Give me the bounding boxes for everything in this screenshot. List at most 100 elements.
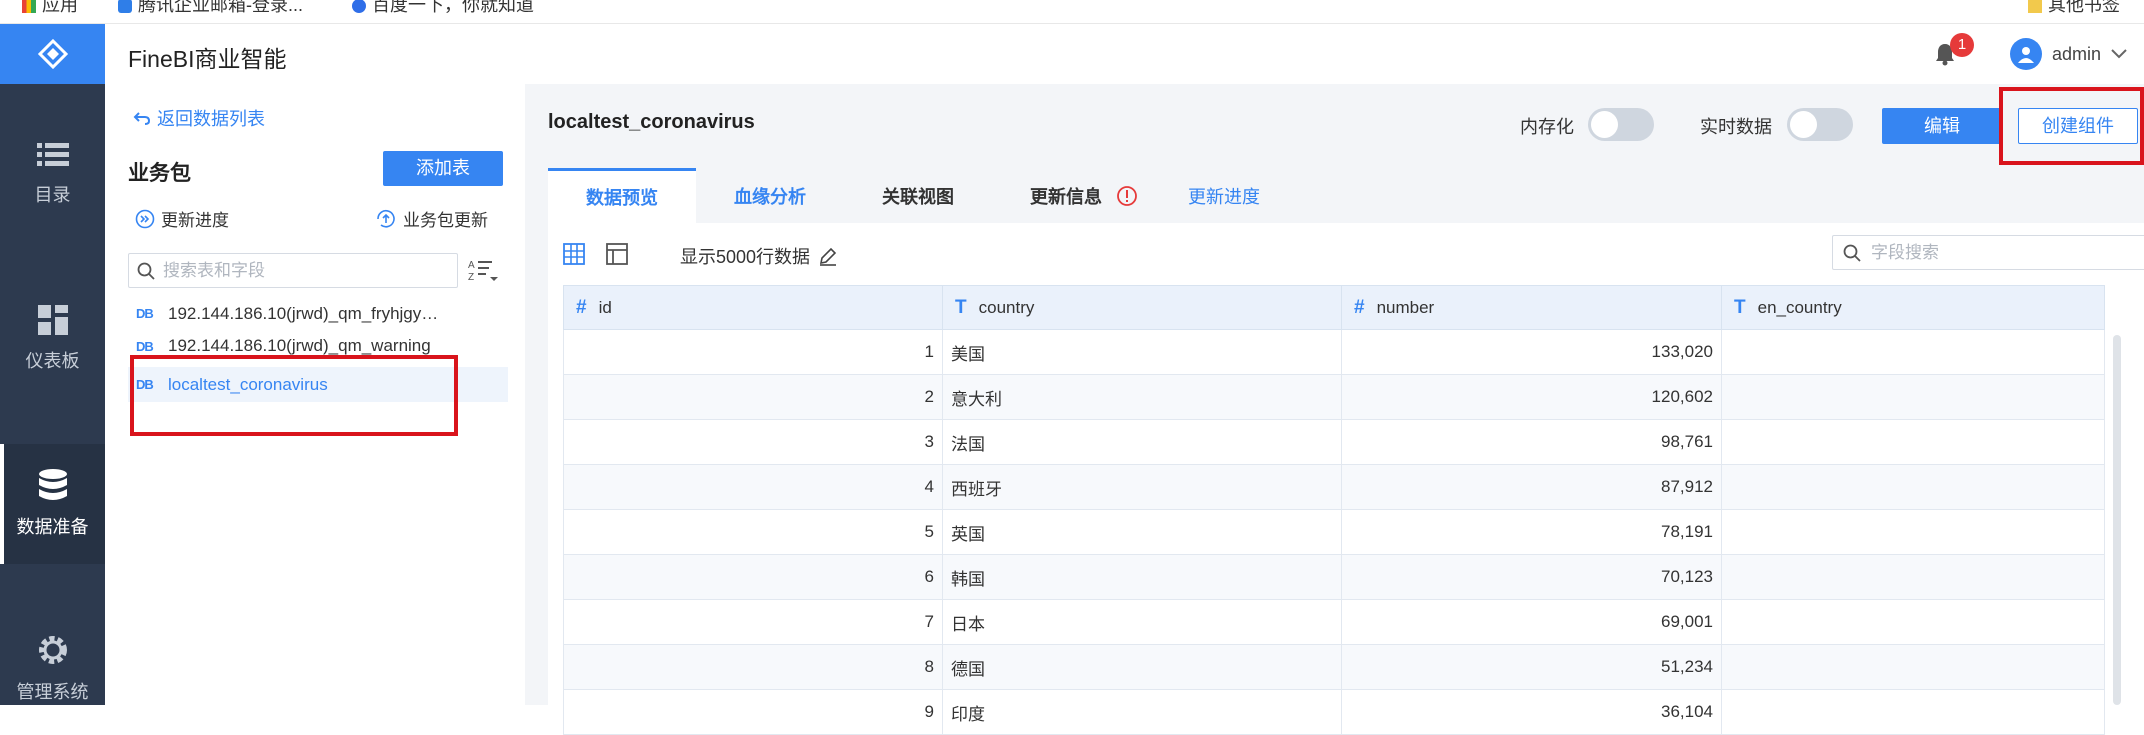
data-table: # id Tcountry # number Ten_country 1 美国 133,…: [563, 285, 2105, 735]
number-type-icon: #: [1354, 296, 1365, 318]
cell-id: 7: [563, 599, 943, 645]
realtime-label: 实时数据: [1700, 117, 1772, 137]
edit-button[interactable]: 编辑: [1882, 108, 2002, 144]
business-package-panel: 返回数据列表 业务包 添加表 更新进度 业务包更新 A Z DB 192.144…: [105, 84, 525, 705]
column-header-country[interactable]: Tcountry: [942, 285, 1342, 330]
cell-country: 日本: [942, 599, 1342, 645]
tab-data-preview[interactable]: 数据预览: [548, 168, 696, 223]
edit-pencil-icon: [820, 247, 837, 266]
notification-badge: 1: [1950, 33, 1974, 57]
app-title: FineBI商业智能: [128, 46, 287, 72]
tab-relation-view[interactable]: 关联视图: [844, 168, 992, 223]
table-row[interactable]: 8 德国 51,234: [563, 644, 2105, 690]
user-name: admin: [2052, 43, 2102, 64]
progress-icon: [135, 209, 155, 228]
tab-update-info[interactable]: 更新信息: [992, 168, 1150, 223]
cell-en-country: [1721, 464, 2105, 510]
cell-number: 36,104: [1341, 689, 1722, 735]
tab-bar: 数据预览 血缘分析 关联视图 更新信息 更新进度: [548, 168, 2144, 223]
tab-update-progress[interactable]: 更新进度: [1150, 168, 1298, 223]
table-search-field[interactable]: [128, 253, 458, 288]
bookmark-baidu[interactable]: 百度一下，你就知道: [352, 0, 534, 17]
grid-view-icon[interactable]: [563, 243, 585, 265]
table-row[interactable]: 1 美国 133,020: [563, 329, 2105, 375]
table-row[interactable]: 9 印度 36,104: [563, 689, 2105, 735]
cell-en-country: [1721, 644, 2105, 690]
db-icon: DB: [136, 338, 154, 354]
number-type-icon: #: [576, 296, 587, 318]
realtime-toggle[interactable]: [1787, 108, 1853, 141]
cell-id: 2: [563, 374, 943, 420]
table-row[interactable]: 5 英国 78,191: [563, 509, 2105, 555]
nav-item-admin[interactable]: 管理系统: [0, 609, 105, 729]
table-row[interactable]: 3 法国 98,761: [563, 419, 2105, 465]
update-progress-link[interactable]: 更新进度: [135, 206, 229, 231]
avatar: [2010, 38, 2042, 70]
create-component-button[interactable]: 创建组件: [2018, 108, 2138, 144]
cell-en-country: [1721, 509, 2105, 555]
chevron-down-icon: [2111, 49, 2127, 59]
layout-view-icon[interactable]: [606, 243, 628, 265]
table-header-row: # id Tcountry # number Ten_country: [563, 285, 2105, 330]
back-to-data-list-link[interactable]: 返回数据列表: [133, 105, 265, 131]
user-menu[interactable]: admin: [2010, 38, 2127, 70]
table-row[interactable]: 2 意大利 120,602: [563, 374, 2105, 420]
search-icon: [137, 262, 155, 280]
table-item-coronavirus[interactable]: DB localtest_coronavirus: [128, 367, 508, 402]
add-table-button[interactable]: 添加表: [383, 151, 503, 186]
memory-label: 内存化: [1520, 117, 1574, 137]
mail-icon: [118, 0, 132, 14]
cell-id: 1: [563, 329, 943, 375]
apps-icon: [22, 0, 36, 14]
folder-icon: [2028, 0, 2042, 14]
main-content: localtest_coronavirus 内存化 实时数据 编辑 创建组件 数…: [525, 84, 2144, 735]
svg-text:A: A: [468, 260, 475, 271]
text-type-icon: T: [1734, 296, 1746, 318]
nav-item-catalog[interactable]: 目录: [0, 114, 105, 234]
gear-icon: [38, 636, 67, 664]
database-icon: [38, 469, 67, 500]
cell-number: 87,912: [1341, 464, 1722, 510]
row-limit-setting[interactable]: 显示5000行数据: [680, 243, 838, 269]
nav-item-data-prep[interactable]: 数据准备: [0, 444, 105, 564]
list-icon: [36, 143, 69, 166]
back-arrow-icon: [133, 112, 151, 125]
column-header-number[interactable]: # number: [1341, 285, 1722, 330]
tab-lineage[interactable]: 血缘分析: [696, 168, 844, 223]
bookmark-apps[interactable]: 应用: [22, 0, 78, 17]
table-item-fryhjgy[interactable]: DB 192.144.186.10(jrwd)_qm_fryhjgy…: [128, 296, 508, 331]
cell-number: 78,191: [1341, 509, 1722, 555]
package-update-link[interactable]: 业务包更新: [375, 206, 488, 231]
cell-id: 8: [563, 644, 943, 690]
table-item-warning[interactable]: DB 192.144.186.10(jrwd)_qm_warning: [128, 332, 508, 360]
table-body: 1 美国 133,020 2 意大利 120,602 3 法国 98,761 4 西班牙 87,912…: [563, 329, 2105, 735]
column-header-en-country[interactable]: Ten_country: [1721, 285, 2105, 330]
table-row[interactable]: 7 日本 69,001: [563, 599, 2105, 645]
field-search-input[interactable]: [1871, 242, 2144, 263]
top-header: FineBI商业智能 1 admin: [105, 24, 2144, 84]
app-logo[interactable]: [0, 24, 105, 84]
cell-country: 印度: [942, 689, 1342, 735]
table-search-input[interactable]: [163, 260, 443, 281]
table-row[interactable]: 6 韩国 70,123: [563, 554, 2105, 600]
user-icon: [2018, 47, 2034, 63]
column-header-id[interactable]: # id: [563, 285, 943, 330]
cell-en-country: [1721, 374, 2105, 420]
field-search-box[interactable]: [1832, 235, 2144, 270]
cell-number: 51,234: [1341, 644, 1722, 690]
vertical-scrollbar[interactable]: [2113, 335, 2121, 705]
cell-number: 133,020: [1341, 329, 1722, 375]
memory-toggle[interactable]: [1588, 108, 1654, 141]
left-nav: 目录 仪表板 数据准备 管理系统: [0, 24, 105, 705]
finebi-logo-icon: [37, 39, 68, 69]
cell-country: 韩国: [942, 554, 1342, 600]
nav-item-dashboard[interactable]: 仪表板: [0, 279, 105, 399]
table-row[interactable]: 4 西班牙 87,912: [563, 464, 2105, 510]
bookmark-mail[interactable]: 腾讯企业邮箱-登录...: [118, 0, 303, 17]
cell-en-country: [1721, 599, 2105, 645]
sort-icon[interactable]: A Z: [468, 258, 498, 284]
data-preview-panel: 显示5000行数据 #id Tcountry #number Ten_cou: [548, 223, 2144, 735]
bookmarks-bar: 应用 腾讯企业邮箱-登录... 百度一下，你就知道 其他书签: [0, 0, 2144, 24]
cell-id: 4: [563, 464, 943, 510]
bookmark-others[interactable]: 其他书签: [2028, 0, 2120, 17]
